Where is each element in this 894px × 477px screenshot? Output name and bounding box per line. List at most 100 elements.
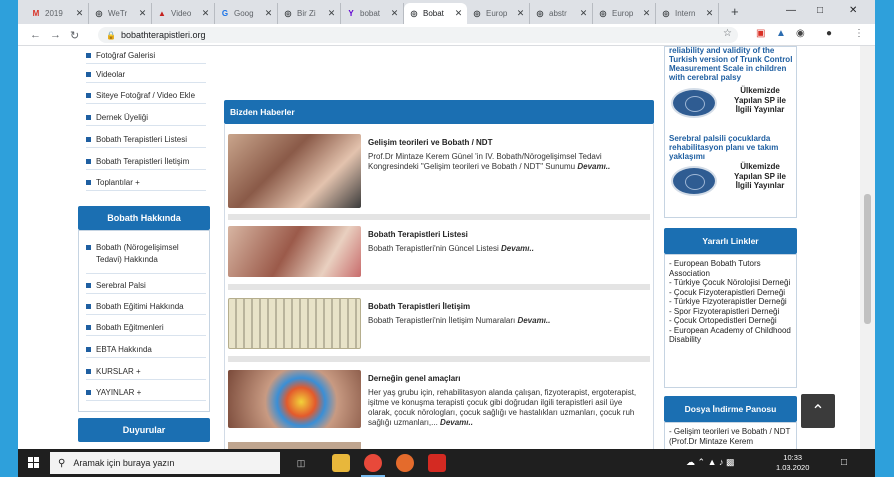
news-snippet: Bobath Terapistleri'nin Güncel Listesi D… [368,244,534,253]
scrollbar-thumb[interactable] [864,194,871,324]
news-title[interactable]: Bobath Terapistleri Listesi [368,230,468,239]
close-tab-icon[interactable]: ✕ [515,8,526,19]
windows-start-icon[interactable] [28,457,40,469]
publication-link[interactable]: reliability and validity of the Turkish … [669,46,793,82]
news-item[interactable]: Gelişim teorileri ve Bobath / NDT Prof.D… [228,134,650,212]
useful-link[interactable]: - Çocuk Fizyoterapistleri Derneği [665,288,796,298]
news-title[interactable]: Derneğin genel amaçları [368,374,460,383]
browser-tab[interactable]: G Goog ✕ [215,3,278,24]
acrobat-icon[interactable] [428,454,446,472]
useful-link[interactable]: - European Bobath Tutors Association [665,259,796,278]
maximize-icon[interactable]: □ [817,5,823,16]
browser-tab[interactable]: ◎ abstr ✕ [530,3,593,24]
close-tab-icon[interactable]: ✕ [704,8,715,19]
firefox-icon[interactable] [396,454,414,472]
extension-shield-icon[interactable]: ◉ [796,28,805,39]
bobath-menu-item[interactable]: Bobath (Nörogelişimsel Tedavi) Hakkında [86,242,206,274]
browser-tab[interactable]: ◎ Bir Zi ✕ [278,3,341,24]
useful-link[interactable]: - European Academy of Childhood Disabili… [665,326,796,345]
more-link[interactable]: Devamı.. [440,418,473,427]
news-item[interactable]: Derneğin genel amaçları Her yaş grubu iç… [228,370,650,432]
more-link[interactable]: Devamı.. [501,244,534,253]
news-photo-babies[interactable] [228,134,361,208]
close-window-icon[interactable]: ✕ [849,5,857,16]
news-title[interactable]: Gelişim teorileri ve Bobath / NDT [368,138,492,147]
sidebar-menu-item[interactable]: Dernek Üyeliği [86,112,206,126]
close-tab-icon[interactable]: ✕ [137,8,148,19]
bobath-menu-item[interactable]: Serebral Palsi [86,280,206,294]
publications-caption[interactable]: Ülkemizde Yapılan SP ile İlgili Yayınlar [728,86,792,115]
system-tray[interactable]: ☁ ⌃ ▲ ♪ ▩ [686,457,735,468]
close-tab-icon[interactable]: ✕ [326,8,337,19]
close-tab-icon[interactable]: ✕ [74,8,85,19]
close-tab-icon[interactable]: ✕ [641,8,652,19]
browser-tab[interactable]: ◎ Europ ✕ [593,3,656,24]
useful-link[interactable]: - Türkiye Fizyoterapistler Derneği [665,297,796,307]
menu-dots-icon[interactable]: ⋮ [854,28,864,39]
extension-drop-icon[interactable]: ▲ [776,28,786,39]
browser-tab[interactable]: M 2019 ✕ [26,3,89,24]
bobath-menu-item[interactable]: KURSLAR + [86,366,206,380]
extension-pocket-icon[interactable]: ▣ [756,28,765,39]
bobath-menu-item[interactable]: Bobath Eğitmenleri [86,322,206,336]
browser-tab[interactable]: ◎ Intern ✕ [656,3,719,24]
new-tab-button[interactable]: + [731,4,739,19]
profile-avatar[interactable]: ● [826,28,832,39]
taskbar-clock[interactable]: 10:33 1.03.2020 [776,453,809,473]
sidebar-menu-item[interactable]: Bobath Terapistleri Listesi [86,134,206,148]
network-icon[interactable]: ▲ [708,457,717,467]
sidebar-menu-item[interactable]: Siteye Fotoğraf / Video Ekle [86,90,206,104]
news-divider [228,214,650,220]
more-link[interactable]: Devamı.. [577,162,610,171]
globe-icon: ◎ [536,9,544,18]
news-title[interactable]: Bobath Terapistleri İletişim [368,302,470,311]
chrome-icon[interactable] [364,454,382,472]
more-link[interactable]: Devamı.. [517,316,550,325]
sidebar-menu-item[interactable]: Videolar [86,69,206,83]
page-scrollbar[interactable] [860,46,875,449]
forward-icon[interactable]: → [50,29,61,41]
news-photo-toy[interactable] [228,370,361,428]
language-icon[interactable]: ▩ [726,457,735,467]
close-tab-icon[interactable]: ✕ [389,8,400,19]
file-explorer-icon[interactable] [332,454,350,472]
task-view-icon[interactable]: ◫ [292,454,310,472]
useful-link[interactable]: - Türkiye Çocuk Nörolojisi Derneği [665,278,796,288]
close-tab-icon[interactable]: ✕ [578,8,589,19]
onedrive-icon[interactable]: ☁ [686,457,695,467]
useful-link[interactable]: - Spor Fizyoterapistleri Derneği [665,307,796,317]
browser-tab[interactable]: ▲ Video ✕ [152,3,215,24]
close-tab-icon[interactable]: ✕ [200,8,211,19]
minimize-icon[interactable]: — [786,5,796,16]
browser-tab[interactable]: Ybobat ✕ [341,3,404,24]
volume-icon[interactable]: ♪ [719,457,724,467]
back-icon[interactable]: ← [30,29,41,41]
bobath-menu-item[interactable]: Bobath Eğitimi Hakkında [86,301,206,315]
taskbar-search-box[interactable]: ⚲ Aramak için buraya yazın [50,452,280,474]
sidebar-menu-item[interactable]: Bobath Terapistleri İletişim [86,156,206,170]
useful-link[interactable]: - Çocuk Ortopedistleri Derneği [665,316,796,326]
bobath-menu-item[interactable]: YAYINLAR + [86,387,206,401]
sidebar-menu-item[interactable]: Toplantılar + [86,177,206,191]
news-section-title: Bizden Haberler [224,100,654,124]
close-tab-icon[interactable]: ✕ [263,8,274,19]
notification-icon[interactable]: □ [841,457,847,468]
browser-tab[interactable]: ◎ Bobat ✕ [404,3,467,24]
scroll-to-top-button[interactable]: ⌃ [801,394,835,428]
browser-tab[interactable]: ◎ Europ ✕ [467,3,530,24]
sidebar-menu-item[interactable]: Fotoğraf Galerisi [86,50,206,64]
browser-tab[interactable]: ◎ WeTr ✕ [89,3,152,24]
news-photo-therapy[interactable] [228,226,361,277]
chevron-up-icon[interactable]: ⌃ [698,457,706,467]
reload-icon[interactable]: ↻ [70,29,79,42]
download-link[interactable]: - Gelişim teorileri ve Bobath / NDT (Pro… [665,427,796,446]
publications-caption[interactable]: Ülkemizde Yapılan SP ile İlgili Yayınlar [728,162,792,191]
news-item[interactable]: Bobath Terapistleri İletişim Bobath Tera… [228,298,650,352]
bookmark-star-icon[interactable]: ☆ [723,28,732,39]
close-tab-icon[interactable]: ✕ [453,8,464,19]
publication-link[interactable]: Serebral palsili çocuklarda rehabilitasy… [669,134,793,161]
bobath-menu-item[interactable]: EBTA Hakkında [86,344,206,358]
news-item[interactable]: Bobath Terapistleri Listesi Bobath Terap… [228,226,650,280]
address-bar[interactable]: 🔒 bobathterapistleri.org [98,27,738,43]
news-photo-building[interactable] [228,298,361,349]
